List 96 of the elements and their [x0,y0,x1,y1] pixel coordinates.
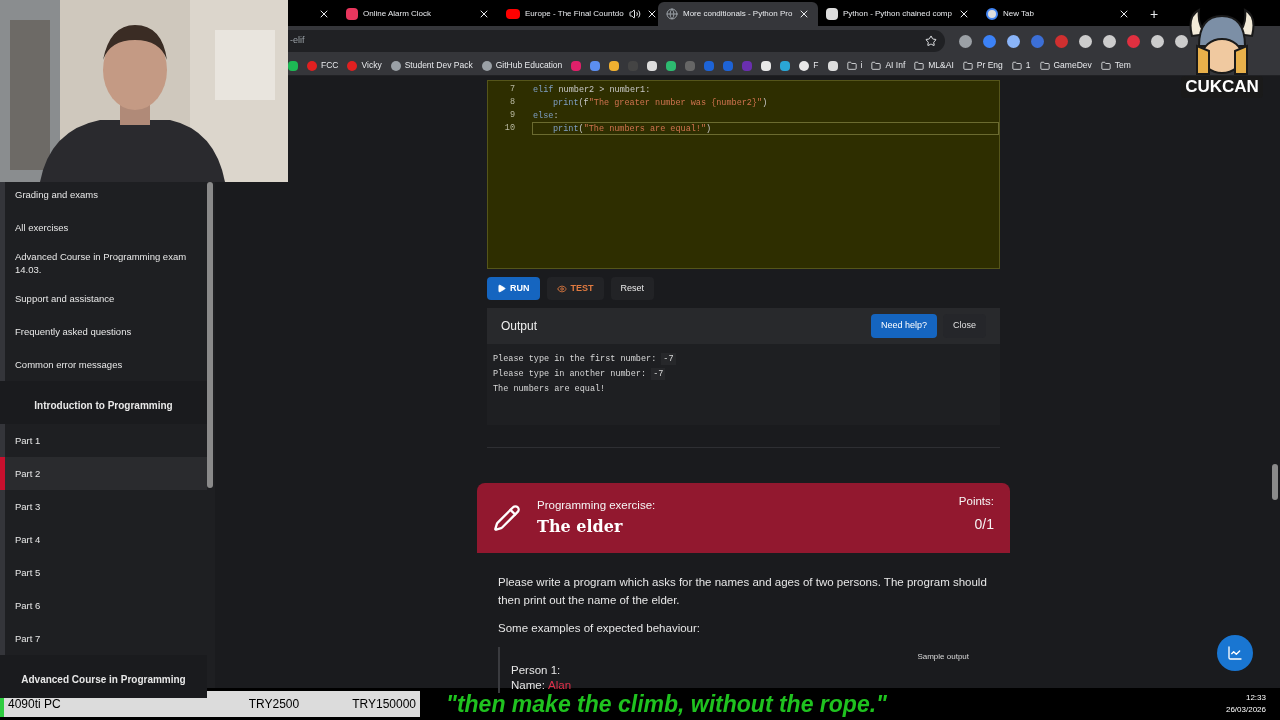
run-button[interactable]: RUN [487,277,540,300]
bookmark-link[interactable]: Student Dev Pack [404,59,473,72]
address-field[interactable]: -elif [288,30,945,52]
browser-logo-icon [986,8,998,20]
chart-button[interactable] [1217,635,1253,671]
line-number: 8 [508,96,515,109]
exercise-text: Some examples of expected behaviour: [498,621,701,636]
page-scrollbar-thumb[interactable] [1272,464,1278,500]
sidebar-heading: Advanced Course in Programming [0,655,207,698]
line-number: 10 [503,122,515,135]
close-icon[interactable] [798,8,810,20]
tab-title: Europe - The Final Countdo [525,8,624,20]
stat-value: TRY150000 [351,696,416,713]
close-icon[interactable] [958,8,970,20]
speaker-icon[interactable] [628,8,641,20]
tab-title: New Tab [1003,8,1035,20]
sample-output-label: Sample output [917,651,969,663]
exercise-label: Programming exercise: [537,498,657,514]
test-button[interactable]: TEST [546,277,604,300]
extension-icon[interactable] [1007,34,1020,48]
points-label: Points: [958,494,994,509]
new-tab-button[interactable]: + [1138,2,1171,26]
bookmark-icon[interactable] [666,60,677,71]
pencil-icon [493,504,521,532]
output-title: Output [501,318,539,335]
output-line: The numbers are equal! [493,382,606,396]
clock-time: 12:33 [1245,692,1266,704]
bookmark-link[interactable]: GitHub Education [495,59,563,72]
line-number: 9 [508,109,515,122]
line-number: 7 [508,83,515,96]
extension-icon[interactable] [1151,34,1164,48]
k-logo-icon [346,8,358,20]
sidebar-item[interactable]: Part 2 [0,457,207,490]
output-line: Please type in another number: [493,367,648,381]
extension-icon[interactable] [1103,34,1116,48]
close-icon[interactable] [478,8,490,20]
star-icon[interactable] [925,35,937,47]
exercise-title: The elder [537,515,624,538]
logo-text: CUKCAN [1181,76,1263,98]
folder-icon [846,60,857,71]
extension-icon[interactable] [1175,34,1188,48]
stat-value: TRY2500 [247,696,300,713]
bookmark-folder[interactable]: AI Inf [885,59,906,72]
close-icon[interactable] [318,8,330,20]
bookmark-icon[interactable] [780,60,791,71]
tab-title: More conditionals - Python Pro [683,8,793,20]
output-line: Please type in the first number: [493,352,658,366]
sample-line: Person 1: [511,662,561,678]
address-text: -elif [290,34,306,48]
points-value: 0/1 [974,515,994,535]
video-play-icon [506,9,520,19]
bookmark-folder[interactable]: Pr Eng [976,59,1003,72]
folder-icon [914,60,925,71]
reset-button[interactable]: Reset [610,277,655,300]
eye-icon [556,283,567,294]
bookmark-icon[interactable] [288,60,298,71]
chart-icon [1227,645,1243,661]
input-value: -7 [651,367,666,381]
bookmark-folder[interactable]: ML&AI [928,59,954,72]
play-icon [497,284,506,293]
close-button[interactable]: Close [943,314,986,338]
exercise-text: Please write a program which asks for the names and ages of two persons. The program should then print out the name of the elder. [498,575,988,608]
tab-title: Online Alarm Clock [363,8,433,20]
bookmark-folder[interactable]: i [860,59,863,72]
bookmark-link[interactable]: F [813,59,819,72]
bookmark-icon[interactable] [761,60,772,71]
bookmark-icon[interactable] [647,60,658,71]
bookmark-folder[interactable]: GameDev [1053,59,1092,72]
folder-icon [1011,60,1022,71]
folder-icon [962,60,973,71]
bookmark-icon[interactable] [827,60,838,71]
extension-icon[interactable] [1079,34,1092,48]
globe-icon [666,8,678,20]
help-button[interactable]: Need help? [870,314,937,338]
bookmark-link[interactable]: Vicky [361,59,382,72]
close-icon[interactable] [1118,8,1130,20]
site-icon [826,8,838,20]
extension-icon[interactable] [983,34,996,48]
bookmark-folder[interactable]: 1 [1025,59,1031,72]
code-line: print(f"The greater number was {number2}") [552,97,769,109]
extension-icon[interactable] [959,34,972,48]
folder-icon [871,60,882,71]
bookmark-folder[interactable]: Tem [1114,59,1131,72]
folder-icon [1039,60,1050,71]
machine-label: 4090ti PC [8,696,62,713]
tab-title: Python - Python chained comp [843,8,953,20]
sidebar-heading: Introduction to Programming [0,381,207,424]
code-line: else: [532,110,560,122]
folder-icon [1100,60,1111,71]
bookmark-link[interactable]: FCC [321,59,339,72]
bookmark-icon[interactable] [609,60,620,71]
clock-date: 26/03/2026 [1225,704,1266,716]
scrollbar-thumb[interactable] [207,182,213,488]
browser-tab[interactable]: More conditionals - Python Pro [658,2,818,26]
input-value: -7 [661,352,676,366]
code-line: elif number2 > number1: [532,84,652,96]
